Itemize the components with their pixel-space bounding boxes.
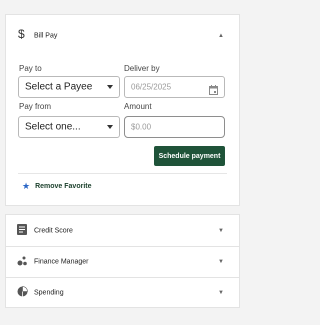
svg-text:$: $ [18, 27, 25, 40]
chevron-down-icon[interactable]: ▼ [218, 290, 224, 296]
pay-from-select[interactable]: Select one... [18, 116, 120, 138]
divider [18, 173, 227, 174]
chevron-down-icon[interactable]: ▼ [218, 228, 224, 234]
bill-pay-title: Bill Pay [34, 32, 58, 40]
pay-from-label: Pay from [19, 102, 52, 111]
caret-down-icon [107, 85, 113, 89]
credit-score-label: Credit Score [34, 227, 73, 234]
remove-favorite-link[interactable]: ★ Remove Favorite [22, 182, 92, 191]
spending-label: Spending [34, 289, 64, 296]
section-finance-manager[interactable]: Finance Manager ▼ [6, 246, 239, 277]
document-icon [17, 222, 27, 240]
pay-from-value: Select one... [25, 121, 81, 133]
pay-to-select[interactable]: Select a Payee [18, 76, 120, 98]
chevron-up-icon[interactable]: ▲ [218, 33, 224, 39]
pie-chart-icon [17, 284, 28, 302]
deliver-by-value: 06/25/2025 [131, 82, 172, 92]
schedule-payment-button[interactable]: Schedule payment [154, 146, 225, 166]
deliver-by-label: Deliver by [124, 64, 160, 73]
deliver-by-input[interactable]: 06/25/2025 [124, 76, 225, 98]
caret-down-icon [107, 125, 113, 129]
amount-label: Amount [124, 102, 152, 111]
section-spending[interactable]: Spending ▼ [6, 277, 239, 308]
dots-icon [17, 253, 28, 271]
remove-favorite-label: Remove Favorite [35, 183, 92, 190]
bill-pay-header[interactable]: $ Bill Pay ▲ [6, 21, 239, 51]
pay-to-value: Select a Payee [25, 81, 93, 93]
amount-placeholder: $0.00 [131, 122, 152, 132]
pay-to-label: Pay to [19, 64, 42, 73]
amount-input[interactable]: $0.00 [124, 116, 225, 138]
dollar-icon: $ [17, 27, 27, 45]
chevron-down-icon[interactable]: ▼ [218, 259, 224, 265]
accordion-card: Credit Score ▼ Finance Manager ▼ Spendin… [5, 214, 240, 308]
star-icon: ★ [22, 181, 31, 191]
finance-manager-label: Finance Manager [34, 258, 89, 265]
calendar-icon[interactable] [209, 82, 218, 100]
bill-pay-card: $ Bill Pay ▲ Pay to Select a Payee Deliv… [5, 14, 240, 206]
section-credit-score[interactable]: Credit Score ▼ [6, 215, 239, 246]
